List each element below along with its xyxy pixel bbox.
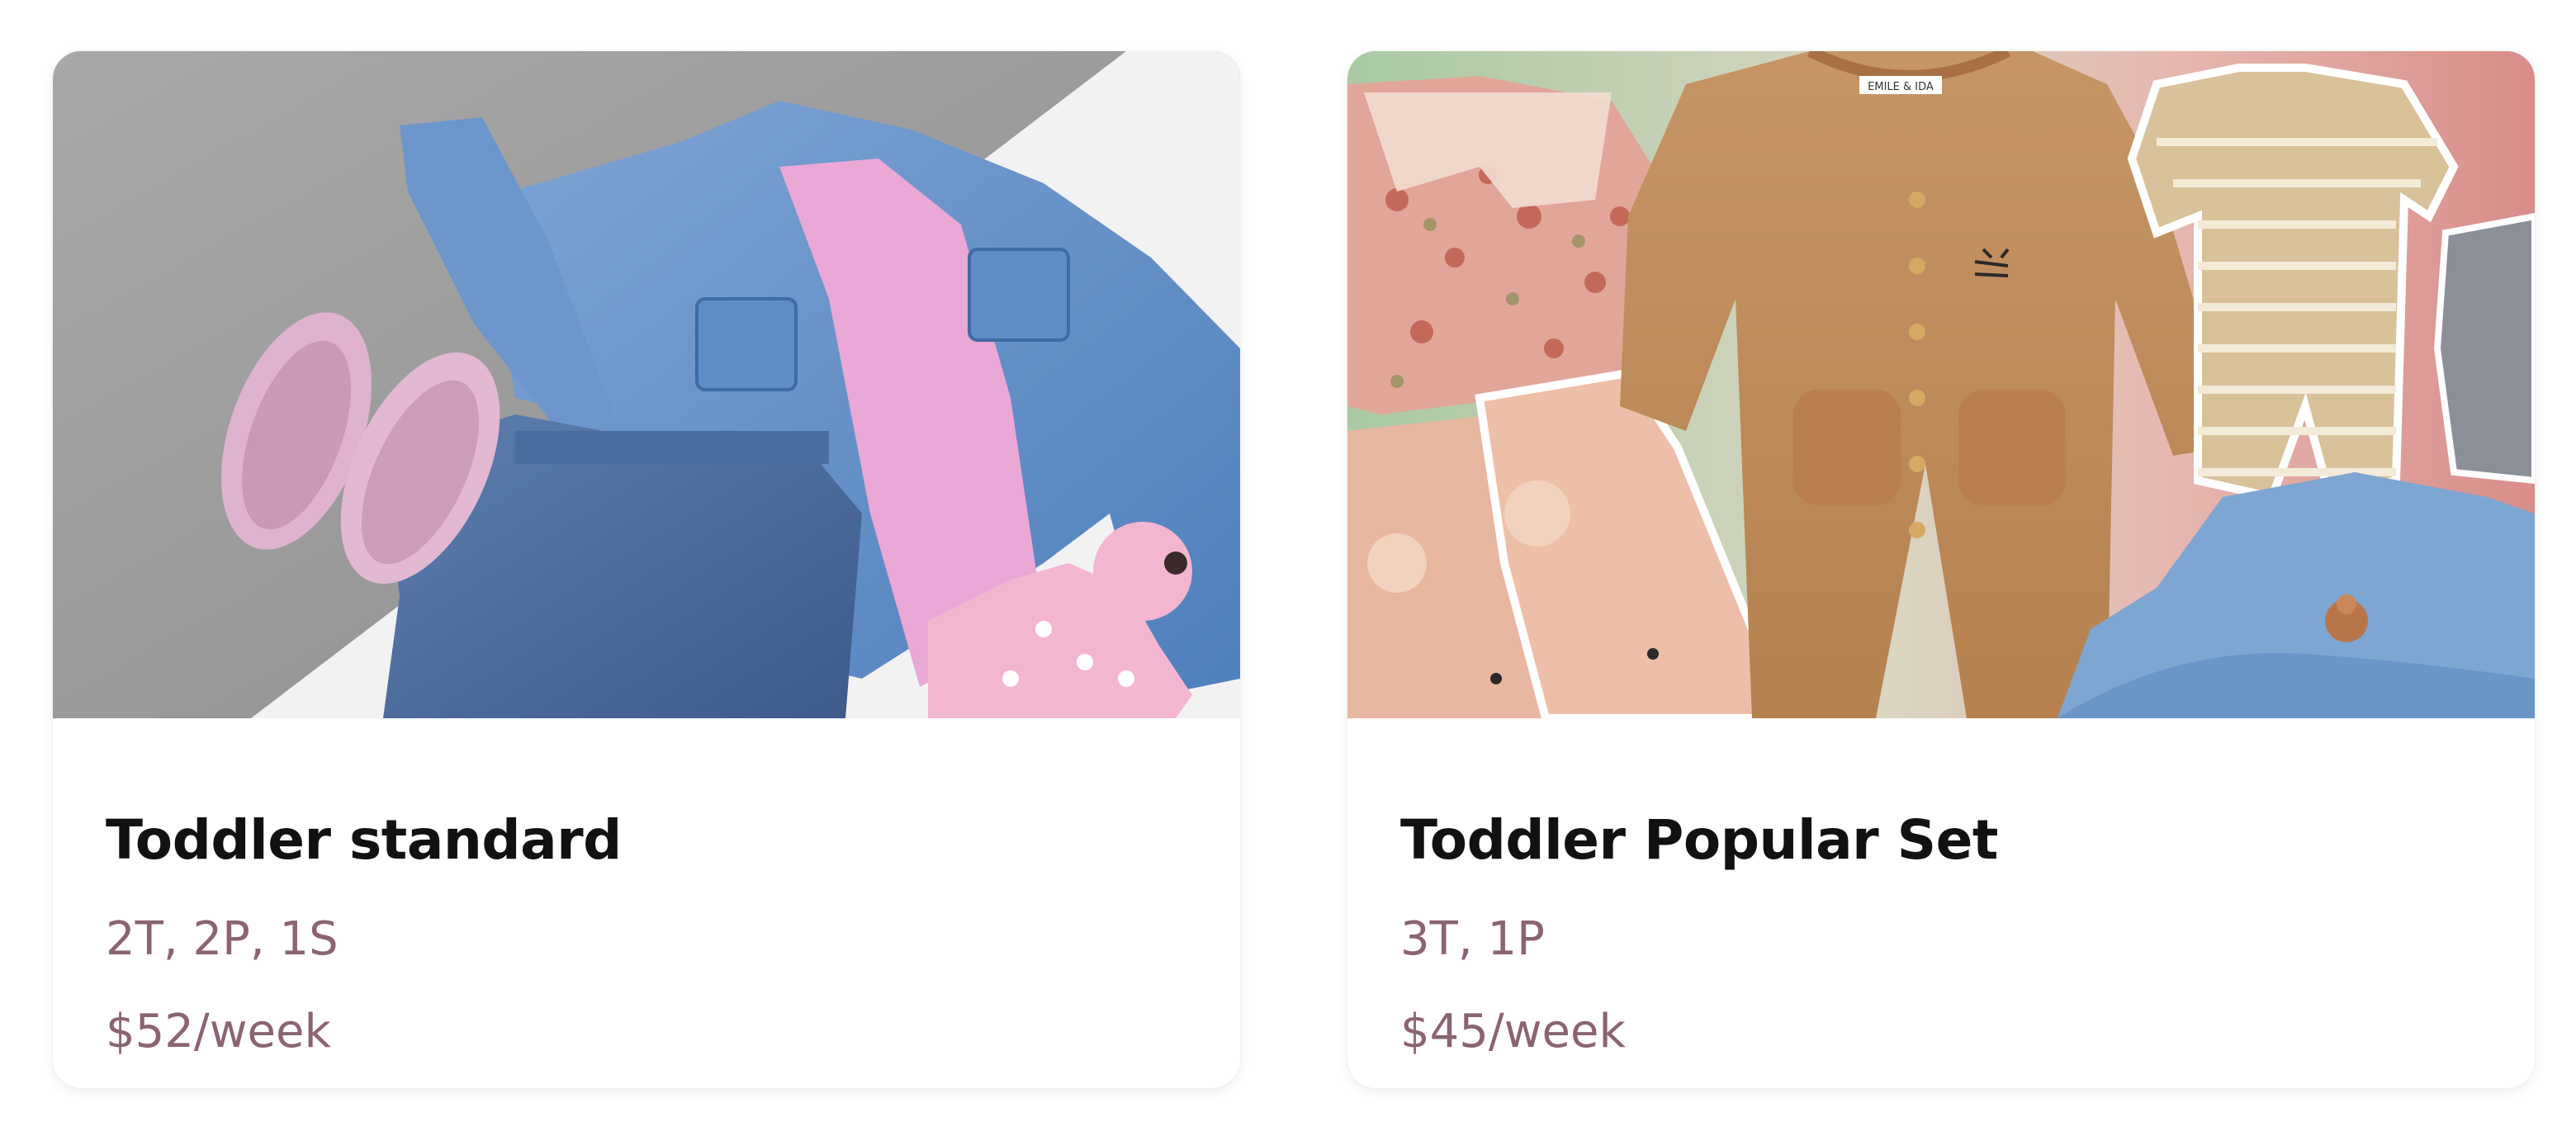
product-card-toddler-standard[interactable]: Toddler standard 2T, 2P, 1S $52/week (53, 51, 1240, 1088)
product-title[interactable]: Toddler Popular Set (1400, 813, 1998, 868)
toddler-standard-outfit-photo (53, 51, 1240, 718)
product-info: Toddler standard 2T, 2P, 1S $52/week (53, 718, 1240, 1088)
product-card-toddler-popular-set[interactable]: EMILE & IDA Toddler Popular Set 3T, 1P $… (1347, 51, 2535, 1088)
product-image[interactable]: EMILE & IDA (1347, 51, 2535, 718)
product-sizes: 2T, 2P, 1S (106, 912, 339, 966)
clothing-tag-label: EMILE & IDA (1868, 81, 1934, 93)
product-price: $45/week (1400, 1005, 1626, 1058)
product-sizes: 3T, 1P (1400, 912, 1545, 966)
product-grid: Toddler standard 2T, 2P, 1S $52/week EMI… (0, 0, 2576, 1136)
product-image[interactable] (53, 51, 1240, 718)
toddler-popular-set-collage: EMILE & IDA (1347, 51, 2535, 718)
product-price: $52/week (106, 1005, 331, 1058)
product-info: Toddler Popular Set 3T, 1P $45/week (1347, 718, 2535, 1088)
product-title[interactable]: Toddler standard (106, 813, 622, 868)
